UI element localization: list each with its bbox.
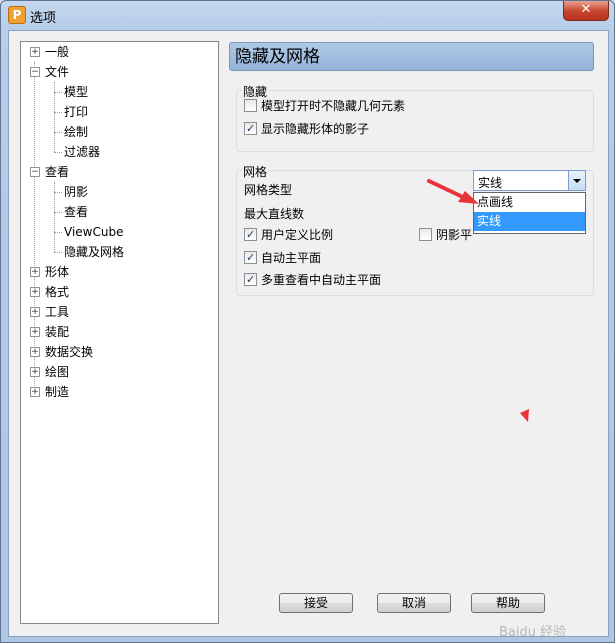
checkbox-label: 显示隐藏形体的影子 (261, 122, 370, 136)
checkbox-label: 模型打开时不隐藏几何元素 (261, 99, 406, 113)
expand-plus-icon[interactable]: + (30, 267, 40, 277)
close-button[interactable]: ✕ (563, 1, 609, 21)
checkbox-label: 用户定义比例 (261, 228, 334, 242)
window-title: 选项 (30, 11, 57, 26)
tree-item-label: 一般 (45, 45, 70, 59)
grid-group-label: 网格 (242, 163, 269, 180)
dialog-client: + 一般 − 文件 模型 打印 绘制 过滤器 − 查看 阴影 查看 ViewCu… (8, 30, 609, 640)
tree-item-label: 查看 (64, 205, 89, 219)
tree-item-view-sub[interactable]: 查看 (64, 202, 88, 222)
checkbox-unchecked-icon[interactable] (244, 99, 257, 112)
grid-type-combobox[interactable]: 实线 (473, 170, 586, 191)
expand-plus-icon[interactable]: + (30, 387, 40, 397)
checkbox-label: 自动主平面 (261, 251, 322, 265)
tree-item-label: 制造 (45, 385, 70, 399)
tree-connector (54, 112, 62, 113)
expand-plus-icon[interactable]: + (30, 347, 40, 357)
checkbox-checked-icon[interactable]: ✓ (244, 228, 257, 241)
tree-item-label: 绘图 (45, 365, 70, 379)
expand-plus-icon[interactable]: + (30, 367, 40, 377)
tree-item-shadow[interactable]: 阴影 (64, 182, 88, 202)
expand-plus-icon[interactable]: + (30, 287, 40, 297)
tree-item-label: 装配 (45, 325, 70, 339)
tree-item-label: 过滤器 (64, 145, 101, 159)
watermark: Baidu 经验 (499, 625, 567, 640)
checkmark-icon: ✓ (246, 228, 256, 241)
ok-button[interactable]: 接受 (279, 593, 353, 613)
tree-item-draw[interactable]: 绘制 (64, 122, 88, 142)
app-icon: P (8, 6, 26, 24)
max-lines-label: 最大直线数 (244, 207, 305, 221)
panel-title: 隐藏及网格 (229, 42, 594, 71)
tree-connector (54, 232, 62, 233)
tree-connector (54, 132, 62, 133)
tree-item-label: 文件 (45, 65, 70, 79)
checkmark-icon: ✓ (246, 122, 256, 135)
checkmark-icon: ✓ (246, 273, 256, 286)
settings-panel: 隐藏及网格 隐藏 模型打开时不隐藏几何元素 ✓ 显示隐藏形体的影子 网格 网格类… (229, 41, 596, 622)
options-tree[interactable]: + 一般 − 文件 模型 打印 绘制 过滤器 − 查看 阴影 查看 ViewCu… (20, 41, 219, 624)
tree-item-viewcube[interactable]: ViewCube (64, 222, 123, 242)
tree-connector (54, 152, 62, 153)
options-window: P 选项 ✕ + 一般 − 文件 模型 打印 绘制 过滤器 − 查看 阴影 查看… (0, 0, 615, 643)
tree-item-print[interactable]: 打印 (64, 102, 88, 122)
dropdown-option-solid[interactable]: 实线 (474, 212, 585, 231)
checkbox-unchecked-icon[interactable] (419, 228, 432, 241)
expand-plus-icon[interactable]: + (30, 47, 40, 57)
expand-plus-icon[interactable]: + (30, 327, 40, 337)
checkbox-checked-icon[interactable]: ✓ (244, 251, 257, 264)
expand-plus-icon[interactable]: + (30, 307, 40, 317)
tree-item-hide-grid[interactable]: 隐藏及网格 (64, 242, 125, 262)
tree-item-label: 工具 (45, 305, 70, 319)
cancel-button[interactable]: 取消 (377, 593, 451, 613)
checkbox-label: 多重查看中自动主平面 (261, 273, 382, 287)
checkmark-icon: ✓ (246, 251, 256, 264)
collapse-minus-icon[interactable]: − (30, 167, 40, 177)
tree-connector (54, 212, 62, 213)
checkbox-label: 阴影平 (436, 228, 473, 242)
tree-item-label: 阴影 (64, 185, 89, 199)
tree-connector (54, 92, 62, 93)
dropdown-option-dash-dot[interactable]: 点画线 (474, 193, 585, 212)
collapse-minus-icon[interactable]: − (30, 67, 40, 77)
chevron-down-icon[interactable] (568, 171, 585, 190)
checkbox-checked-icon[interactable]: ✓ (244, 122, 257, 135)
tree-item-label: 模型 (64, 85, 89, 99)
tree-item-filter[interactable]: 过滤器 (64, 142, 100, 162)
tree-connector (54, 192, 62, 193)
tree-item-label: 打印 (64, 105, 89, 119)
grid-type-dropdown-list[interactable]: 点画线 实线 (473, 192, 586, 234)
tree-item-label: 形体 (45, 265, 70, 279)
tree-item-label: ViewCube (64, 225, 124, 239)
tree-root-line (34, 62, 35, 392)
checkbox-checked-icon[interactable]: ✓ (244, 273, 257, 286)
tree-item-label: 绘制 (64, 125, 89, 139)
grid-type-label: 网格类型 (244, 183, 293, 197)
help-button[interactable]: 帮助 (471, 593, 545, 613)
tree-item-label: 格式 (45, 285, 70, 299)
tree-item-label: 查看 (45, 165, 70, 179)
tree-item-label: 数据交换 (45, 345, 94, 359)
tree-item-model[interactable]: 模型 (64, 82, 88, 102)
title-bar[interactable]: P 选项 ✕ (1, 1, 614, 29)
combobox-value: 实线 (478, 176, 503, 190)
tree-item-label: 隐藏及网格 (64, 245, 125, 259)
tree-connector (54, 252, 62, 253)
